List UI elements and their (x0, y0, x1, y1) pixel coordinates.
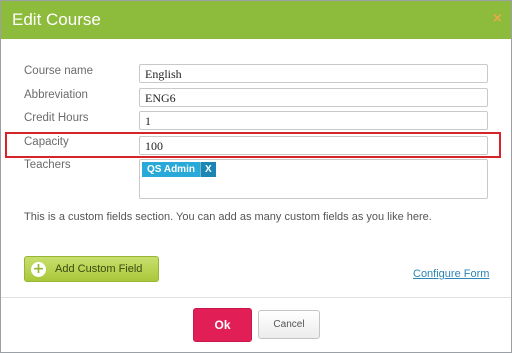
add-custom-field-button[interactable]: + Add Custom Field (24, 256, 159, 282)
footer-divider (1, 297, 511, 298)
capacity-highlight-box (5, 132, 501, 158)
ok-button[interactable]: Ok (193, 308, 252, 342)
close-icon[interactable]: × (492, 12, 503, 25)
cancel-button[interactable]: Cancel (258, 310, 320, 339)
plus-icon: + (31, 260, 46, 277)
configure-form-link[interactable]: Configure Form (413, 268, 489, 280)
credit-hours-label: Credit Hours (24, 112, 89, 124)
course-name-label: Course name (24, 65, 94, 77)
add-custom-field-label: Add Custom Field (55, 263, 143, 275)
abbreviation-label: Abbreviation (24, 89, 88, 101)
teacher-chip-label: QS Admin (142, 162, 200, 177)
course-name-field[interactable]: English (139, 64, 488, 83)
chip-remove-icon[interactable]: X (199, 162, 216, 177)
custom-fields-info: This is a custom fields section. You can… (24, 211, 432, 223)
dialog-header: Edit Course × (1, 1, 511, 39)
abbreviation-field[interactable]: ENG6 (139, 88, 488, 107)
teachers-label: Teachers (24, 159, 71, 171)
credit-hours-field[interactable]: 1 (139, 111, 488, 130)
edit-course-dialog: Edit Course × Course name English Abbrev… (0, 0, 512, 353)
dialog-title: Edit Course (12, 10, 101, 29)
teachers-field[interactable]: QS Admin X (139, 159, 488, 199)
teacher-chip: QS Admin X (142, 162, 216, 177)
